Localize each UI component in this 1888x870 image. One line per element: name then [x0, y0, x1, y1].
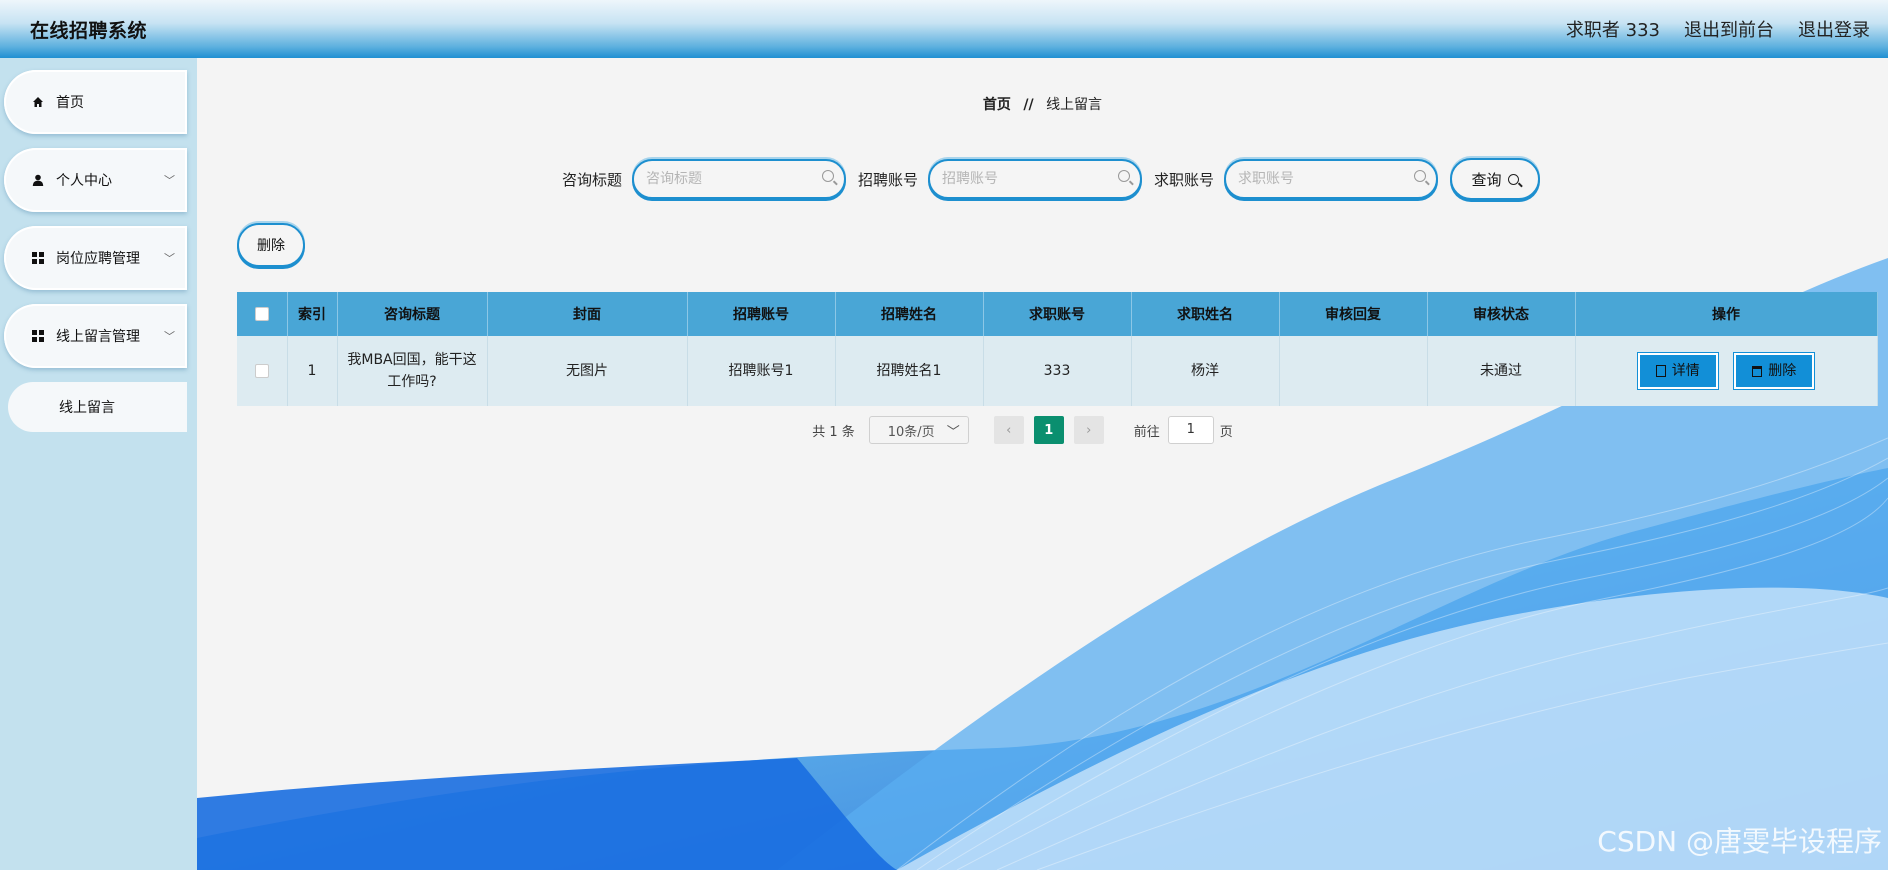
sidebar: 首页 个人中心 ﹀ 岗位应聘管理 ﹀ 线上留言管理 ﹀ 线上留言 [0, 58, 197, 870]
chevron-left-icon: ‹ [1006, 422, 1012, 438]
chevron-down-icon: ﹀ [164, 174, 175, 187]
cell-recruit-name: 招聘姓名1 [835, 336, 984, 406]
seeker-account-field [1224, 159, 1439, 199]
cell-reply [1279, 336, 1428, 406]
recruit-account-field [928, 159, 1143, 199]
recruit-account-input[interactable] [930, 161, 1101, 197]
logout-link[interactable]: 退出登录 [1798, 16, 1870, 42]
consult-title-input[interactable] [634, 161, 805, 197]
seeker-account-input[interactable] [1226, 161, 1397, 197]
top-right-links: 求职者 333 退出到前台 退出登录 [1566, 16, 1870, 42]
sidebar-item-label: 个人中心 [56, 173, 112, 189]
prev-page-button[interactable]: ‹ [993, 416, 1024, 444]
consult-title-field [632, 159, 847, 199]
sidebar-item-job-apply[interactable]: 岗位应聘管理 ﹀ [4, 226, 187, 290]
page-size-select[interactable]: 10条/页 ﹀ [868, 416, 969, 444]
user-icon [30, 174, 46, 186]
detail-button[interactable]: 详情 [1636, 351, 1719, 390]
select-all-checkbox[interactable] [254, 307, 269, 321]
page-unit-label: 页 [1219, 424, 1233, 440]
sidebar-item-personal[interactable]: 个人中心 ﹀ [4, 148, 187, 212]
breadcrumb-current: 线上留言 [1046, 97, 1103, 113]
row-checkbox[interactable] [254, 364, 269, 378]
cell-seeker-name: 杨洋 [1131, 336, 1280, 406]
search-icon [1118, 170, 1131, 182]
column-header: 招聘账号 [687, 292, 836, 336]
home-icon [30, 96, 46, 108]
column-header: 封面 [487, 292, 688, 336]
watermark: CSDN @唐雯毕设程序 [1597, 825, 1882, 858]
sidebar-item-label: 岗位应聘管理 [56, 251, 140, 267]
breadcrumb-separator: // [1023, 97, 1034, 113]
recruit-account-label: 招聘账号 [858, 170, 919, 189]
document-icon [1655, 364, 1666, 377]
message-table: 索引 咨询标题 封面 招聘账号 招聘姓名 求职账号 求职姓名 审核回复 审核状态… [237, 292, 1878, 406]
delete-button-label: 删除 [1768, 363, 1797, 380]
chevron-down-icon: ﹀ [946, 424, 960, 440]
chevron-right-icon: › [1086, 422, 1092, 438]
table-row: 1 我MBA回国，能干这工作吗? 无图片 招聘账号1 招聘姓名1 333 杨洋 … [237, 336, 1878, 406]
sidebar-item-label: 首页 [56, 95, 84, 111]
column-header: 审核状态 [1427, 292, 1576, 336]
cell-actions: 详情 删除 [1575, 336, 1878, 406]
cell-status: 未通过 [1427, 336, 1576, 406]
exit-front-link[interactable]: 退出到前台 [1684, 16, 1774, 42]
sidebar-item-label: 线上留言管理 [56, 329, 140, 345]
goto-page-input[interactable]: 1 [1167, 416, 1214, 444]
column-header: 招聘姓名 [835, 292, 984, 336]
grid-icon [30, 252, 46, 264]
query-button[interactable]: 查询 [1450, 158, 1541, 200]
table-header-row: 索引 咨询标题 封面 招聘账号 招聘姓名 求职账号 求职姓名 审核回复 审核状态… [237, 292, 1878, 336]
goto-label: 前往 [1133, 424, 1160, 440]
breadcrumb-home[interactable]: 首页 [983, 97, 1011, 113]
cell-recruit-account: 招聘账号1 [687, 336, 836, 406]
detail-button-label: 详情 [1671, 362, 1700, 379]
grid-icon [30, 330, 46, 342]
column-header: 索引 [287, 292, 338, 336]
total-count: 共 1 条 [812, 424, 855, 440]
page-size-value: 10条/页 [887, 424, 935, 440]
column-header: 求职账号 [983, 292, 1132, 336]
current-page-button[interactable]: 1 [1033, 416, 1064, 444]
column-header: 咨询标题 [337, 292, 488, 336]
search-icon [1507, 173, 1519, 185]
seeker-account-label: 求职账号 [1154, 170, 1215, 189]
cell-seeker-account: 333 [983, 336, 1132, 406]
chevron-down-icon: ﹀ [164, 330, 175, 343]
pagination: 共 1 条 10条/页 ﹀ ‹ 1 › 前往 1 页 [197, 416, 1888, 444]
column-header: 操作 [1575, 292, 1878, 336]
app-title: 在线招聘系统 [30, 19, 148, 42]
cell-title: 我MBA回国，能干这工作吗? [337, 336, 488, 406]
cell-index: 1 [287, 336, 338, 406]
chevron-down-icon: ﹀ [164, 252, 175, 265]
column-header: 求职姓名 [1131, 292, 1280, 336]
row-select-cell [237, 336, 288, 406]
cell-cover: 无图片 [487, 336, 688, 406]
next-page-button[interactable]: › [1073, 416, 1104, 444]
select-all-cell [237, 292, 288, 336]
sidebar-item-message-mgmt[interactable]: 线上留言管理 ﹀ [4, 304, 187, 368]
sidebar-subitem-online-message[interactable]: 线上留言 [8, 382, 187, 432]
query-button-label: 查询 [1471, 170, 1502, 189]
user-label: 求职者 333 [1565, 20, 1660, 41]
search-icon [822, 170, 835, 182]
batch-delete-button[interactable]: 删除 [237, 223, 305, 267]
sidebar-item-home[interactable]: 首页 [4, 70, 187, 134]
search-form: 咨询标题 招聘账号 求职账号 查询 [562, 158, 1541, 200]
top-header: 在线招聘系统 求职者 333 退出到前台 退出登录 [0, 0, 1888, 58]
consult-title-label: 咨询标题 [562, 170, 623, 189]
column-header: 审核回复 [1279, 292, 1428, 336]
breadcrumb: 首页 // 线上留言 [197, 94, 1888, 114]
delete-button[interactable]: 删除 [1733, 352, 1816, 391]
search-icon [1414, 170, 1427, 182]
trash-icon [1752, 365, 1763, 377]
main-content: 首页 // 线上留言 咨询标题 招聘账号 求职账号 查询 删除 [197, 58, 1888, 870]
